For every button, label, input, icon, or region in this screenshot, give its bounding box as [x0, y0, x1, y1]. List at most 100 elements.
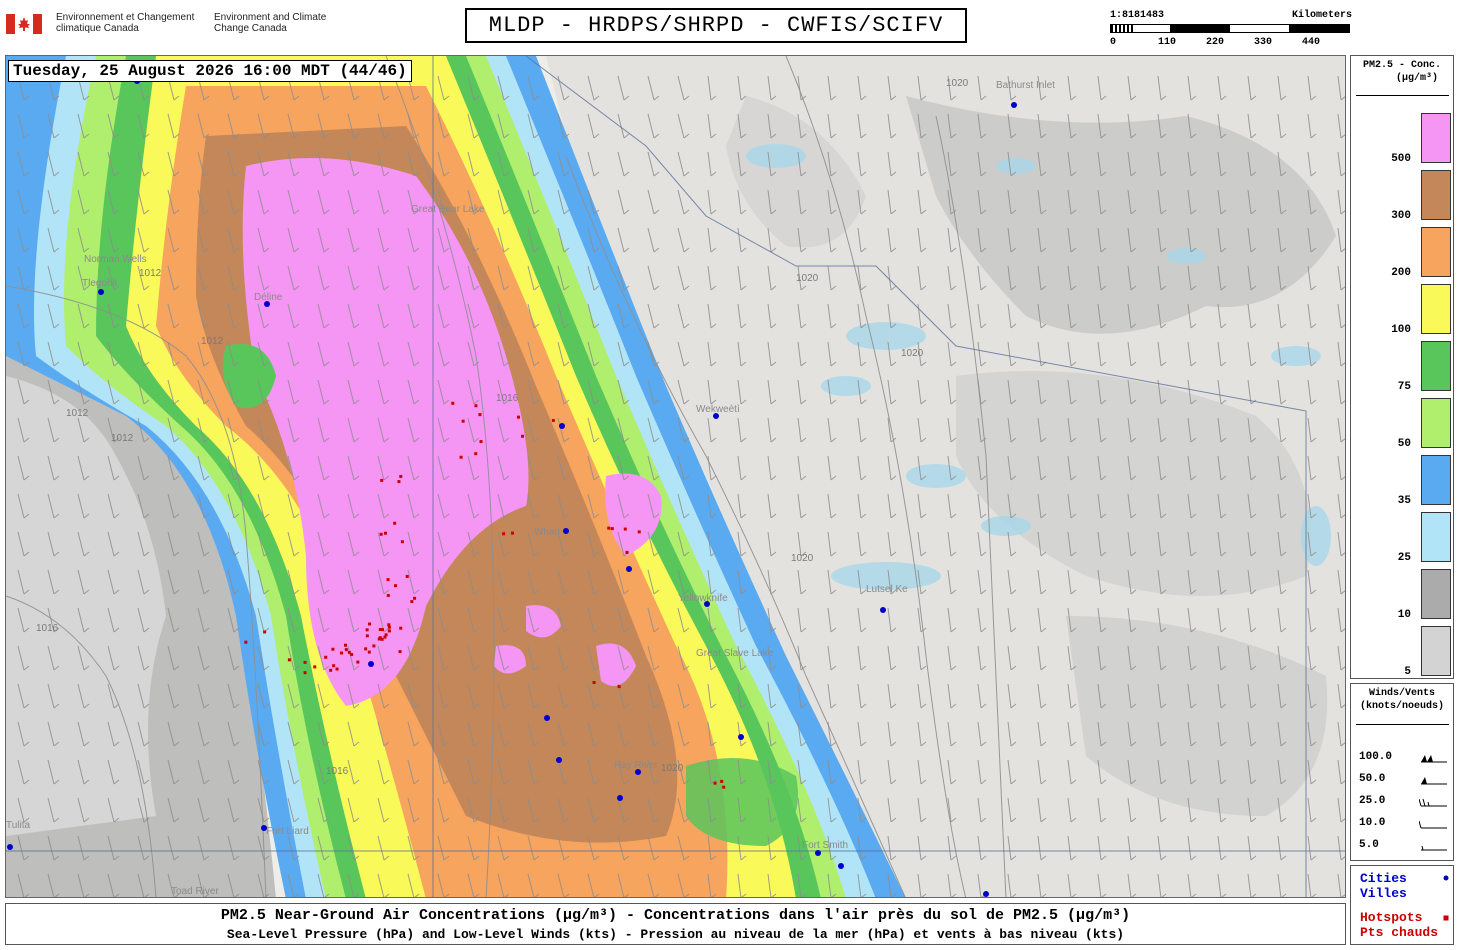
hotspot-marker	[386, 593, 390, 597]
place-label: Whatì	[534, 527, 560, 538]
city-marker	[704, 601, 710, 607]
hotspot-marker	[521, 434, 525, 438]
hotspot-marker	[399, 474, 403, 478]
isobar-label: 1012	[201, 336, 224, 347]
forecast-map[interactable]: Bathurst Inlet Norman Wells Tlegohli Dél…	[5, 55, 1346, 898]
hotspot-marker	[400, 540, 404, 544]
hotspot-marker	[637, 530, 641, 534]
isobar-label: 1012	[66, 408, 89, 419]
hotspot-marker	[378, 627, 382, 631]
isobar-label: 1012	[111, 433, 134, 444]
hotspot-marker	[303, 660, 307, 664]
hotspot-marker	[551, 418, 555, 422]
department-name-english: Environment and Climate Change Canada	[214, 12, 327, 34]
isobar-label: 1020	[796, 273, 819, 284]
place-label: Great Bear Lake	[411, 204, 485, 215]
scale-tick: 440	[1302, 37, 1321, 48]
isobar-label: 1020	[661, 763, 684, 774]
hotspot-marker	[383, 531, 387, 535]
hotspot-marker	[365, 634, 369, 638]
scale-units: Kilometers	[1291, 10, 1352, 21]
city-marker	[815, 850, 821, 856]
hotspot-marker	[398, 650, 402, 654]
hotspot-marker	[393, 521, 397, 525]
city-marker	[738, 734, 744, 740]
legend-swatch	[1421, 512, 1451, 562]
isobar-label: 1016	[36, 623, 59, 634]
hotspot-marker	[364, 647, 368, 651]
city-dot-icon	[1443, 875, 1449, 881]
city-marker	[7, 844, 13, 850]
hotspot-marker	[303, 671, 307, 675]
scale-ratio: 1:8181483	[1110, 10, 1165, 21]
legend-tick-label: 10	[1397, 609, 1411, 621]
legend-swatch	[1421, 227, 1451, 277]
wind-row: 25.0	[1359, 795, 1449, 809]
city-marker	[626, 566, 632, 572]
hotspots-label-en: Hotspots	[1360, 910, 1423, 925]
place-label: Fort Liard	[266, 826, 309, 837]
legend-tick-label: 25	[1397, 552, 1411, 564]
legend-swatch	[1421, 113, 1451, 163]
hotspot-marker	[459, 455, 463, 459]
legend-tick-label: 35	[1397, 495, 1411, 507]
city-marker	[368, 661, 374, 667]
hotspot-marker	[592, 681, 596, 685]
forecast-timestamp: Tuesday, 25 August 2026 16:00 MDT (44/46…	[8, 60, 412, 82]
city-marker	[261, 825, 267, 831]
hotspot-marker	[365, 628, 369, 632]
wind-speed-label: 5.0	[1359, 839, 1379, 851]
city-marker	[563, 528, 569, 534]
hotspot-marker	[340, 651, 344, 655]
hotspot-marker	[510, 531, 514, 535]
hotspot-marker	[313, 665, 317, 669]
isobar-label: 1020	[901, 348, 924, 359]
hotspot-marker	[372, 644, 376, 648]
hotspot-marker	[368, 622, 372, 626]
hotspot-marker	[451, 401, 455, 405]
map-caption: PM2.5 Near-Ground Air Concentrations (µg…	[5, 903, 1346, 945]
hotspot-marker	[287, 658, 291, 662]
hotspot-marker	[625, 550, 629, 554]
hotspot-marker	[720, 779, 724, 783]
city-marker	[544, 715, 550, 721]
legend-tick-label: 100	[1391, 324, 1411, 336]
caption-line-1: PM2.5 Near-Ground Air Concentrations (µg…	[220, 907, 1131, 924]
hotspot-marker	[405, 574, 409, 578]
wind-legend: Winds/Vents (knots/noeuds) 100.0 50.0 25…	[1350, 683, 1454, 861]
hotspot-marker	[617, 685, 621, 689]
isobar-label: 1016	[496, 393, 519, 404]
hotspot-marker	[335, 667, 339, 671]
place-label: Yellowknife	[678, 593, 728, 604]
wind-legend-divider	[1356, 724, 1449, 725]
city-marker	[983, 891, 989, 897]
hotspot-marker	[331, 647, 335, 651]
legend-swatch	[1421, 398, 1451, 448]
scale-tick: 330	[1254, 37, 1273, 48]
legend-tick-label: 200	[1391, 267, 1411, 279]
hotspot-marker	[329, 668, 333, 672]
city-marker	[559, 423, 565, 429]
product-title: MLDP - HRDPS/SHRPD - CWFIS/SCIFV	[465, 8, 967, 43]
wind-speed-label: 100.0	[1359, 751, 1393, 763]
legend-title-line1: PM2.5 - Conc.	[1362, 60, 1441, 71]
scale-tick: 0	[1110, 37, 1117, 48]
hotspot-marker	[263, 630, 267, 634]
wind-title-line2: (knots/noeuds)	[1359, 701, 1444, 712]
wind-barb-5-icon	[1421, 845, 1447, 851]
hotspot-marker	[607, 526, 611, 530]
legend-title-line2: (µg/m³)	[1395, 73, 1438, 84]
hotspot-marker	[244, 640, 248, 644]
legend-swatch	[1421, 284, 1451, 334]
hotspot-marker	[722, 785, 726, 789]
scale-tick: 110	[1158, 37, 1177, 48]
hotspot-marker	[387, 629, 391, 633]
isobar-label: 1012	[139, 268, 162, 279]
hotspot-marker	[377, 637, 381, 641]
caption-line-2: Sea-Level Pressure (hPa) and Low-Level W…	[226, 927, 1125, 942]
legend-tick-label: 75	[1397, 381, 1411, 393]
hotspot-marker	[387, 625, 391, 629]
scale-bar: 1:8181483 Kilometers 0 110 220 330 440	[1108, 10, 1352, 50]
city-marker	[556, 757, 562, 763]
hotspot-marker	[516, 415, 520, 419]
